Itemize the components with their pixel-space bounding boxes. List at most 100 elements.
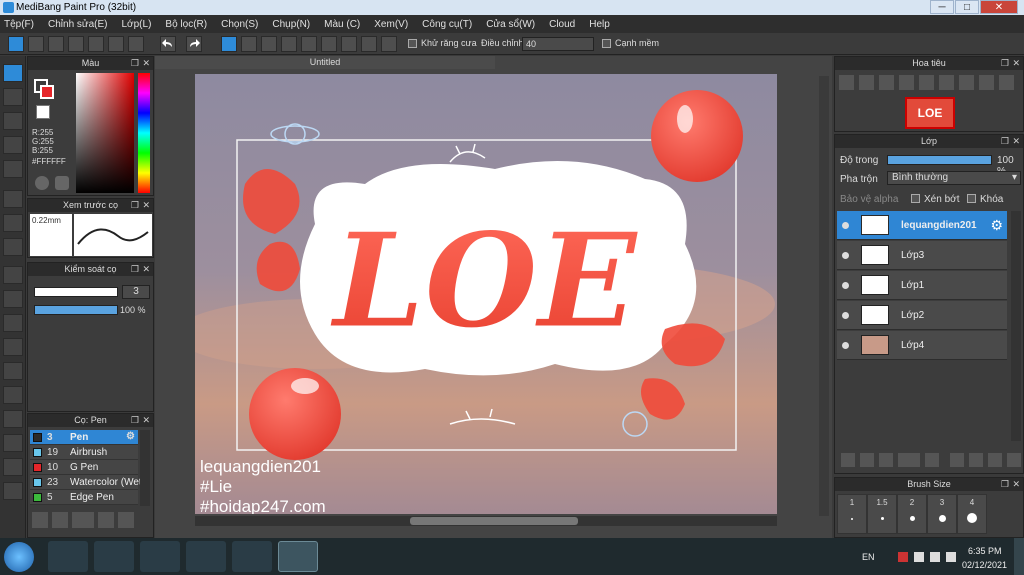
artwork-canvas[interactable]: LOE lequangdien201 #Lie #hoidap247.com bbox=[195, 74, 777, 514]
rotate-right-icon[interactable] bbox=[959, 75, 974, 90]
hand-tool-icon[interactable] bbox=[3, 482, 23, 500]
layer-opacity-slider[interactable] bbox=[887, 155, 992, 165]
new-layer-icon[interactable] bbox=[841, 453, 855, 467]
zoom-out-icon[interactable] bbox=[859, 75, 874, 90]
adjust-input[interactable]: 40 bbox=[522, 37, 594, 51]
menu-tools[interactable]: Công cụ(T) bbox=[422, 19, 472, 30]
panel-float-icon[interactable]: ❐ bbox=[131, 199, 139, 212]
move-tool-icon[interactable] bbox=[3, 160, 23, 178]
layer-folder-icon[interactable] bbox=[925, 453, 939, 467]
menu-layer[interactable]: Lớp(L) bbox=[122, 19, 152, 30]
snap-vanishing-icon[interactable] bbox=[281, 36, 297, 52]
visibility-eye-icon[interactable] bbox=[842, 312, 849, 319]
brush-item-edge-pen[interactable]: 5 Edge Pen bbox=[30, 490, 138, 505]
minimize-button[interactable]: ─ bbox=[930, 0, 954, 14]
show-desktop-button[interactable] bbox=[1014, 538, 1024, 575]
menu-view[interactable]: Xem(V) bbox=[374, 19, 408, 30]
brush-folder-icon[interactable] bbox=[118, 512, 134, 528]
bucket-tool-icon[interactable] bbox=[3, 214, 23, 232]
rotate-left-icon[interactable] bbox=[919, 75, 934, 90]
menu-filter[interactable]: Bộ lọc(R) bbox=[165, 19, 207, 30]
clip-checkbox[interactable] bbox=[911, 194, 920, 203]
layer-row[interactable]: Lớp1 bbox=[837, 271, 1007, 300]
close-button[interactable]: ✕ bbox=[980, 0, 1018, 14]
hue-slider[interactable] bbox=[138, 73, 150, 193]
panel-float-icon[interactable]: ❐ bbox=[1001, 135, 1009, 148]
snap-radial-icon[interactable] bbox=[301, 36, 317, 52]
menu-cloud[interactable]: Cloud bbox=[549, 19, 575, 30]
new-halftone-layer-icon[interactable] bbox=[860, 453, 874, 467]
menu-color[interactable]: Màu (C) bbox=[324, 19, 360, 30]
layer-row[interactable]: Lớp2 bbox=[837, 301, 1007, 330]
gradient-tool-icon[interactable] bbox=[3, 238, 23, 256]
add-layer-menu-icon[interactable] bbox=[898, 453, 920, 467]
brush-menu-icon[interactable] bbox=[72, 512, 94, 528]
share-icon[interactable] bbox=[28, 36, 44, 52]
comment-icon[interactable] bbox=[48, 36, 64, 52]
layer-scrollbar[interactable] bbox=[1011, 211, 1021, 441]
select-eraser-tool-icon[interactable] bbox=[3, 362, 23, 380]
eraser-tool-icon[interactable] bbox=[3, 88, 23, 106]
battery-icon[interactable] bbox=[946, 552, 956, 562]
page-icon[interactable] bbox=[68, 36, 84, 52]
panel-close-icon[interactable]: ✕ bbox=[142, 263, 150, 276]
select-pen-tool-icon[interactable] bbox=[3, 338, 23, 356]
cloud-icon[interactable] bbox=[8, 36, 24, 52]
panel-close-icon[interactable]: ✕ bbox=[142, 57, 150, 70]
eyedropper-tool-icon[interactable] bbox=[3, 458, 23, 476]
brush-size-preset[interactable]: 1.5 bbox=[867, 494, 897, 534]
chrome-icon[interactable] bbox=[186, 541, 226, 572]
snap-cross-icon[interactable] bbox=[261, 36, 277, 52]
antialias-checkbox[interactable] bbox=[408, 39, 417, 48]
zoom-in-icon[interactable] bbox=[839, 75, 854, 90]
new-8bit-layer-icon[interactable] bbox=[879, 453, 893, 467]
brush-size-preset[interactable]: 4 bbox=[957, 494, 987, 534]
fit-icon[interactable] bbox=[879, 75, 894, 90]
reset-view-icon[interactable] bbox=[999, 75, 1014, 90]
menu-edit[interactable]: Chỉnh sửa(E) bbox=[48, 19, 108, 30]
brush-tool-icon[interactable] bbox=[3, 64, 23, 82]
brush-size-preset[interactable]: 1 bbox=[837, 494, 867, 534]
duplicate-layer-icon[interactable] bbox=[950, 453, 964, 467]
rectangle-tool-icon[interactable] bbox=[3, 112, 23, 130]
horizontal-scroll-thumb[interactable] bbox=[410, 517, 578, 525]
panel-close-icon[interactable]: ✕ bbox=[142, 199, 150, 212]
volume-icon[interactable] bbox=[930, 552, 940, 562]
undo-icon[interactable] bbox=[160, 36, 176, 52]
vertical-scrollbar[interactable] bbox=[819, 76, 829, 516]
clock-date[interactable]: 02/12/2021 bbox=[962, 560, 1007, 570]
navigator-thumbnail[interactable]: LOE bbox=[905, 97, 955, 129]
layer-menu-icon[interactable] bbox=[988, 453, 1002, 467]
secondary-color-swatch[interactable] bbox=[36, 105, 50, 119]
fill-rect-tool-icon[interactable] bbox=[3, 190, 23, 208]
brush-size-preset[interactable]: 3 bbox=[927, 494, 957, 534]
menu-select[interactable]: Chọn(S) bbox=[221, 19, 258, 30]
menu-file[interactable]: Tệp(F) bbox=[4, 19, 34, 30]
menu-help[interactable]: Help bbox=[589, 19, 610, 30]
select-tool-icon[interactable] bbox=[3, 266, 23, 284]
new-brush-icon[interactable] bbox=[52, 512, 68, 528]
hex-value[interactable]: #FFFFFF bbox=[32, 157, 66, 166]
panel-float-icon[interactable]: ❐ bbox=[131, 57, 139, 70]
media-player-icon[interactable] bbox=[140, 541, 180, 572]
layer-row[interactable]: Lớp3 bbox=[837, 241, 1007, 270]
add-brush-icon[interactable] bbox=[32, 512, 48, 528]
layer-settings-gear-icon[interactable]: ⚙ bbox=[990, 217, 1003, 234]
actual-size-icon[interactable] bbox=[899, 75, 914, 90]
merge-layer-icon[interactable] bbox=[969, 453, 983, 467]
saturation-value-picker[interactable] bbox=[76, 73, 134, 193]
menu-snap[interactable]: Chụp(N) bbox=[272, 19, 310, 30]
brush-item-airbrush[interactable]: 19 Airbrush bbox=[30, 445, 138, 460]
snap-ellipse-icon[interactable] bbox=[361, 36, 377, 52]
coccoc-icon[interactable] bbox=[232, 541, 272, 572]
snap-off-icon[interactable] bbox=[221, 36, 237, 52]
palette-icon[interactable] bbox=[35, 176, 49, 190]
internet-explorer-icon[interactable] bbox=[48, 541, 88, 572]
fullscreen-icon[interactable] bbox=[939, 75, 954, 90]
line-tool-icon[interactable] bbox=[3, 136, 23, 154]
file-explorer-icon[interactable] bbox=[94, 541, 134, 572]
layer-row[interactable]: lequangdien201 ⚙ bbox=[837, 211, 1007, 240]
snap-parallel-icon[interactable] bbox=[241, 36, 257, 52]
panel-float-icon[interactable]: ❐ bbox=[131, 263, 139, 276]
copy-brush-icon[interactable] bbox=[98, 512, 114, 528]
